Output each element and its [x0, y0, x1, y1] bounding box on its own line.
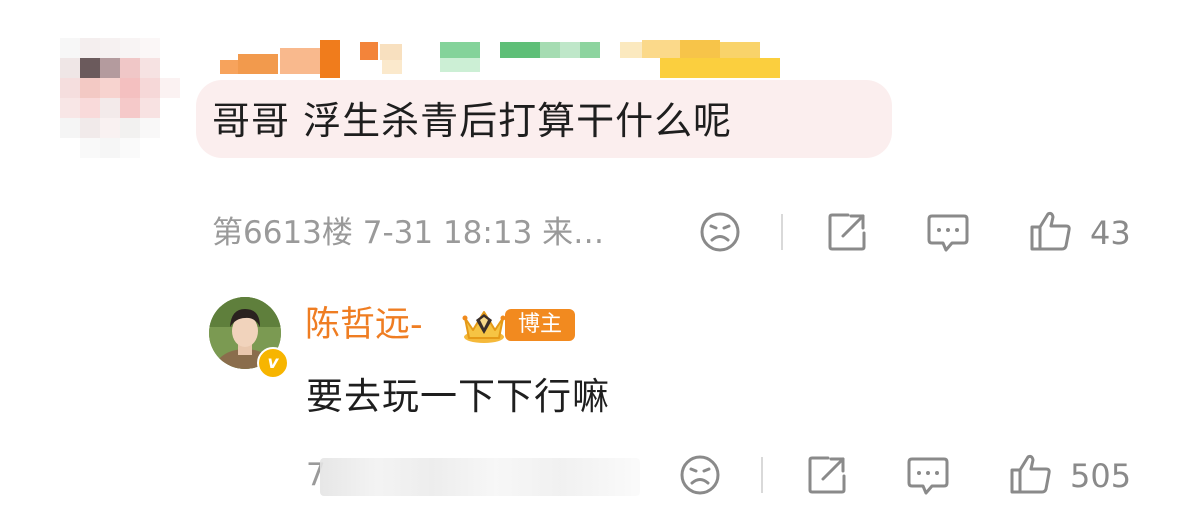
action-divider	[781, 214, 783, 250]
reply-meta: 7	[306, 452, 640, 498]
share-icon[interactable]	[806, 454, 848, 496]
like-count: 43	[1090, 214, 1131, 252]
like-count: 505	[1070, 457, 1132, 495]
comment-text: 哥哥 浮生杀青后打算干什么呢	[212, 99, 733, 143]
share-icon[interactable]	[826, 211, 868, 253]
comment-bubble-icon[interactable]	[926, 213, 970, 253]
commenter-avatar-blurred[interactable]	[60, 38, 180, 158]
comment-meta: 第6613楼 7-31 18:13 来…	[212, 215, 605, 251]
commenter-name-blurred[interactable]	[220, 40, 780, 78]
blogger-badge: 博主	[505, 309, 575, 341]
reply-text: 要去玩一下下行嘛	[306, 375, 610, 418]
reply-author-name[interactable]: 陈哲远-	[305, 302, 423, 348]
sad-face-icon[interactable]	[699, 211, 741, 253]
thumbs-up-icon[interactable]	[1009, 453, 1053, 495]
thumbs-up-icon[interactable]	[1029, 210, 1073, 252]
comment-bubble-icon[interactable]	[906, 456, 950, 496]
reply-meta-blurred	[320, 458, 640, 496]
sad-face-icon[interactable]	[679, 454, 721, 496]
verified-badge: v	[257, 347, 289, 379]
crown-icon	[461, 304, 507, 344]
action-divider	[761, 457, 763, 493]
